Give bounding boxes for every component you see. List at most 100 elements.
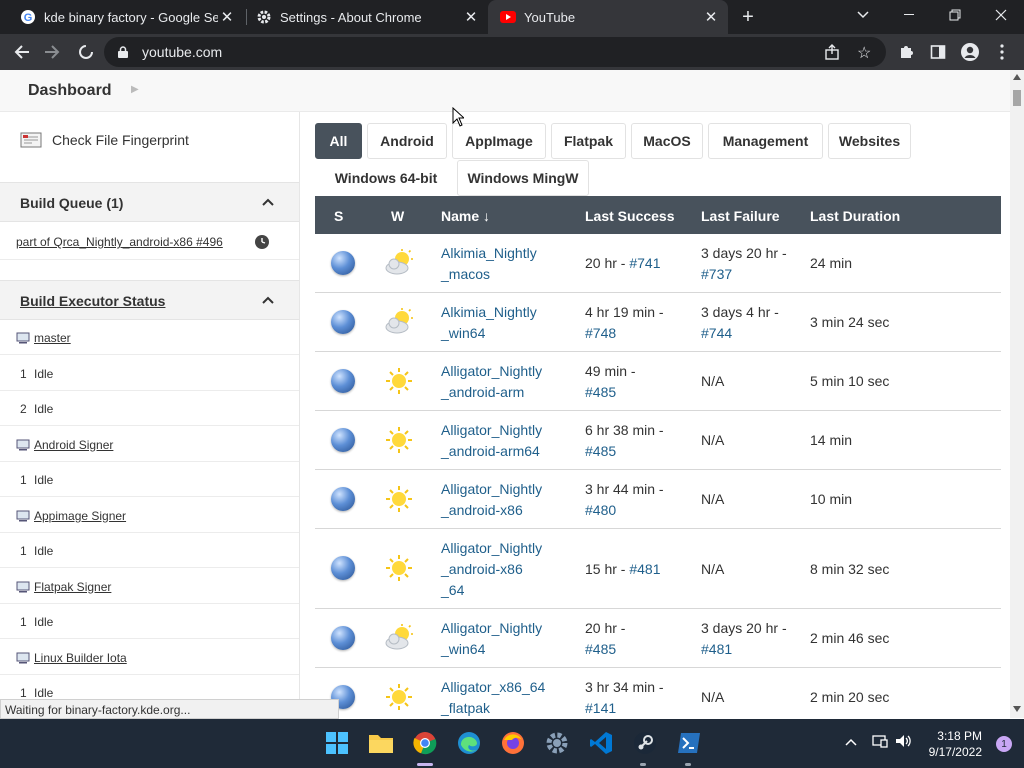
job-name-link[interactable]: Alkimia_Nightly _macos	[441, 243, 537, 285]
weather-sunny-icon[interactable]	[383, 554, 415, 582]
back-arrow-icon[interactable]	[8, 38, 36, 66]
breadcrumb-arrow-icon[interactable]: ▶	[131, 84, 139, 95]
last-success-build-link[interactable]: #485	[585, 382, 636, 403]
last-success-build-link[interactable]: #141	[585, 698, 664, 719]
extensions-puzzle-icon[interactable]	[892, 38, 920, 66]
taskbar-clock[interactable]: 3:18 PM 9/17/2022	[929, 728, 982, 760]
side-panel-icon[interactable]	[924, 38, 952, 66]
close-window-icon[interactable]	[978, 0, 1024, 30]
tab-flatpak[interactable]: Flatpak	[551, 123, 626, 159]
last-success-build-link[interactable]: #485	[585, 639, 625, 660]
tab-settings-about-chrome[interactable]: Settings - About Chrome ✕	[236, 0, 488, 34]
job-name-link[interactable]: Alligator_Nightly _android-arm64	[441, 420, 542, 462]
queue-item-link[interactable]: part of Qrca_Nightly_android-x86 #496	[16, 235, 223, 249]
col-last-duration[interactable]: Last Duration	[810, 208, 900, 224]
close-tab-icon[interactable]: ✕	[218, 8, 236, 26]
address-bar[interactable]: youtube.com ☆	[104, 37, 886, 67]
build-queue-header[interactable]: Build Queue (1)	[0, 182, 299, 222]
collapse-chevron-icon[interactable]	[261, 195, 275, 209]
weather-cloudy-icon[interactable]	[383, 307, 415, 336]
col-last-success[interactable]: Last Success	[585, 208, 675, 224]
scrollbar-thumb[interactable]	[1013, 90, 1021, 106]
new-tab-button[interactable]: +	[736, 5, 760, 29]
kebab-menu-icon[interactable]	[988, 38, 1016, 66]
weather-cloudy-icon[interactable]	[383, 623, 415, 652]
loading-stop-icon[interactable]	[72, 38, 100, 66]
weather-cloudy-icon[interactable]	[383, 248, 415, 277]
last-success-build-link[interactable]: #741	[629, 255, 660, 271]
weather-sunny-icon[interactable]	[383, 426, 415, 454]
settings-icon[interactable]	[544, 730, 570, 756]
weather-sunny-icon[interactable]	[383, 485, 415, 513]
tab-management[interactable]: Management	[708, 123, 823, 159]
build-status-ball-icon[interactable]	[331, 625, 355, 650]
tab-windows-64-bit[interactable]: Windows 64-bit	[320, 160, 452, 196]
vscode-icon[interactable]	[588, 730, 614, 756]
last-failure-build-link[interactable]: #737	[701, 264, 787, 285]
tab-android[interactable]: Android	[367, 123, 447, 159]
speaker-icon[interactable]	[895, 734, 913, 751]
collapse-chevron-icon[interactable]	[261, 293, 275, 307]
breadcrumb-dashboard[interactable]: Dashboard	[28, 82, 112, 100]
col-name[interactable]: Name ↓	[441, 208, 490, 224]
close-tab-icon[interactable]: ✕	[702, 8, 720, 26]
build-status-ball-icon[interactable]	[331, 427, 355, 452]
bookmark-star-icon[interactable]: ☆	[857, 43, 871, 63]
page-scrollbar[interactable]	[1010, 70, 1024, 718]
weather-sunny-icon[interactable]	[383, 683, 415, 711]
computer-node-link[interactable]: Flatpak Signer	[16, 580, 111, 594]
tray-display-icon[interactable]	[872, 734, 888, 751]
file-explorer-icon[interactable]	[368, 730, 394, 756]
tab-macos[interactable]: MacOS	[631, 123, 703, 159]
scroll-up-icon[interactable]	[1013, 74, 1021, 80]
build-status-ball-icon[interactable]	[331, 309, 355, 334]
job-name-link[interactable]: Alligator_Nightly _android-x86	[441, 479, 542, 521]
weather-sunny-icon[interactable]	[383, 367, 415, 395]
tab-google-search[interactable]: G kde binary factory - Google Sear ✕	[0, 0, 244, 34]
tab-search-icon[interactable]	[840, 0, 886, 30]
job-name-link[interactable]: Alligator_Nightly _win64	[441, 618, 542, 660]
tab-windows-mingw[interactable]: Windows MingW	[457, 160, 589, 196]
scroll-down-icon[interactable]	[1013, 706, 1021, 712]
windows-start-icon[interactable]	[324, 730, 350, 756]
last-failure-build-link[interactable]: #481	[701, 639, 787, 660]
col-weather[interactable]: W	[391, 208, 404, 224]
forward-arrow-icon[interactable]	[38, 38, 66, 66]
tab-all[interactable]: All	[315, 123, 362, 159]
computer-node-link[interactable]: Android Signer	[16, 438, 113, 452]
job-name-link[interactable]: Alligator_x86_64 _flatpak	[441, 677, 545, 719]
build-executor-header[interactable]: Build Executor Status	[0, 280, 299, 320]
last-failure-build-link[interactable]: #744	[701, 323, 779, 344]
job-name-link[interactable]: Alligator_Nightly _android-arm	[441, 361, 542, 403]
notification-badge[interactable]: 1	[996, 736, 1012, 752]
build-status-ball-icon[interactable]	[331, 556, 355, 580]
computer-node-link[interactable]: Linux Builder Iota	[16, 651, 127, 665]
last-success-build-link[interactable]: #480	[585, 500, 664, 521]
share-icon[interactable]	[824, 44, 840, 65]
close-tab-icon[interactable]: ✕	[462, 8, 480, 26]
job-name-link[interactable]: Alligator_Nightly _android-x86 _64	[441, 538, 542, 601]
steam-icon[interactable]	[632, 730, 658, 756]
tray-overflow-icon[interactable]	[845, 734, 857, 749]
tab-websites[interactable]: Websites	[828, 123, 911, 159]
last-success-build-link[interactable]: #481	[629, 561, 660, 577]
computer-node-link[interactable]: Appimage Signer	[16, 509, 126, 523]
col-last-failure[interactable]: Last Failure	[701, 208, 780, 224]
profile-avatar-icon[interactable]	[956, 38, 984, 66]
build-status-ball-icon[interactable]	[331, 250, 355, 275]
minimize-icon[interactable]	[886, 0, 932, 30]
tab-youtube[interactable]: YouTube ✕	[488, 0, 728, 34]
powershell-icon[interactable]	[676, 730, 702, 756]
last-success-build-link[interactable]: #748	[585, 323, 664, 344]
col-status[interactable]: S	[334, 208, 343, 224]
job-name-link[interactable]: Alkimia_Nightly _win64	[441, 302, 537, 344]
build-executor-title[interactable]: Build Executor Status	[20, 293, 165, 309]
firefox-icon[interactable]	[500, 730, 526, 756]
edge-icon[interactable]	[456, 730, 482, 756]
build-status-ball-icon[interactable]	[331, 368, 355, 393]
restore-icon[interactable]	[932, 0, 978, 30]
tab-appimage[interactable]: AppImage	[452, 123, 546, 159]
chrome-icon[interactable]	[412, 730, 438, 756]
check-file-fingerprint-link[interactable]: Check File Fingerprint	[20, 130, 189, 150]
computer-node-link[interactable]: master	[16, 331, 71, 345]
